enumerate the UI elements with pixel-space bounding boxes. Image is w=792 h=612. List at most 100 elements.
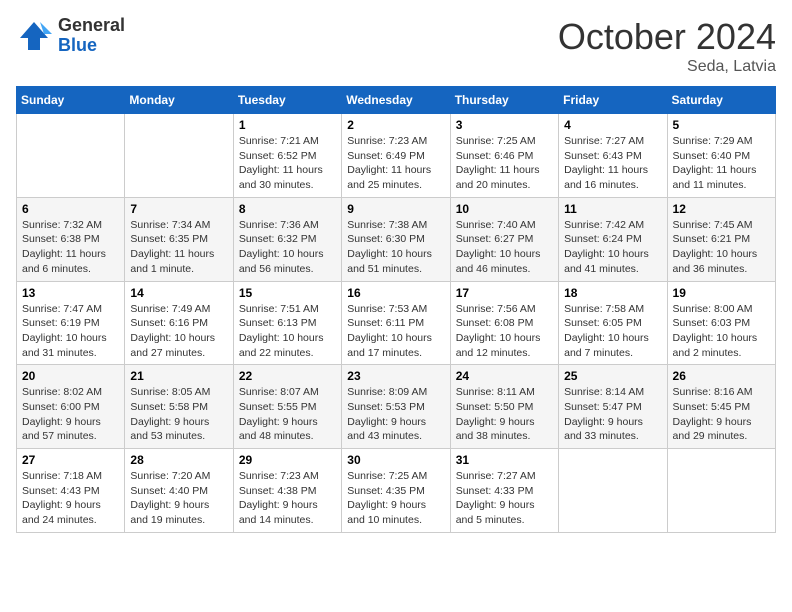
day-info: Sunrise: 8:02 AMSunset: 6:00 PMDaylight:… — [22, 385, 119, 444]
header-wednesday: Wednesday — [342, 87, 450, 114]
week-row-5: 27Sunrise: 7:18 AMSunset: 4:43 PMDayligh… — [17, 449, 776, 533]
logo-icon — [16, 18, 52, 54]
calendar-cell: 19 Sunrise: 8:00 AMSunset: 6:03 PMDayligh… — [667, 281, 775, 365]
calendar-cell: 28 Sunrise: 7:20 AMSunset: 4:40 PMDayligh… — [125, 449, 233, 533]
calendar-cell: 20 Sunrise: 8:02 AMSunset: 6:00 PMDayligh… — [17, 365, 125, 449]
calendar-cell: 1 Sunrise: 7:21 AMSunset: 6:52 PMDaylight… — [233, 114, 341, 198]
logo-blue: Blue — [58, 36, 125, 56]
calendar-cell — [667, 449, 775, 533]
day-number: 13 — [22, 286, 119, 300]
calendar-cell: 15Sunrise: 7:51 AMSunset: 6:13 PMDayligh… — [233, 281, 341, 365]
day-info: Sunrise: 7:23 AMSunset: 4:38 PMDaylight:… — [239, 469, 336, 528]
day-info: Sunrise: 7:47 AMSunset: 6:19 PMDaylight:… — [22, 302, 119, 361]
day-info: Sunrise: 7:25 AMSunset: 6:46 PMDaylight:… — [456, 134, 553, 193]
day-number: 31 — [456, 453, 553, 467]
day-info: Sunrise: 7:18 AMSunset: 4:43 PMDaylight:… — [22, 469, 119, 528]
day-number: 1 — [239, 118, 336, 132]
calendar-cell: 16Sunrise: 7:53 AMSunset: 6:11 PMDayligh… — [342, 281, 450, 365]
day-info: Sunrise: 8:16 AMSunset: 5:45 PMDaylight:… — [673, 385, 770, 444]
day-info: Sunrise: 7:53 AMSunset: 6:11 PMDaylight:… — [347, 302, 444, 361]
logo-general: General — [58, 16, 125, 36]
calendar-cell: 18Sunrise: 7:58 AMSunset: 6:05 PMDayligh… — [559, 281, 667, 365]
calendar-cell: 12 Sunrise: 7:45 AMSunset: 6:21 PMDayligh… — [667, 197, 775, 281]
day-number: 6 — [22, 202, 119, 216]
day-info: Sunrise: 7:27 AMSunset: 4:33 PMDaylight:… — [456, 469, 553, 528]
header-monday: Monday — [125, 87, 233, 114]
header-friday: Friday — [559, 87, 667, 114]
week-row-4: 20 Sunrise: 8:02 AMSunset: 6:00 PMDayligh… — [17, 365, 776, 449]
day-number: 23 — [347, 369, 444, 383]
day-number: 18 — [564, 286, 661, 300]
day-info: Sunrise: 8:00 AMSunset: 6:03 PMDaylight:… — [673, 302, 770, 361]
logo-text: General Blue — [58, 16, 125, 56]
day-info: Sunrise: 7:20 AMSunset: 4:40 PMDaylight:… — [130, 469, 227, 528]
day-number: 15 — [239, 286, 336, 300]
calendar-cell — [17, 114, 125, 198]
calendar-cell: 9Sunrise: 7:38 AMSunset: 6:30 PMDaylight… — [342, 197, 450, 281]
week-row-2: 6 Sunrise: 7:32 AMSunset: 6:38 PMDaylight… — [17, 197, 776, 281]
day-number: 24 — [456, 369, 553, 383]
calendar-cell: 11 Sunrise: 7:42 AMSunset: 6:24 PMDayligh… — [559, 197, 667, 281]
day-number: 10 — [456, 202, 553, 216]
calendar-cell: 13 Sunrise: 7:47 AMSunset: 6:19 PMDayligh… — [17, 281, 125, 365]
day-info: Sunrise: 7:36 AMSunset: 6:32 PMDaylight:… — [239, 218, 336, 277]
day-number: 19 — [673, 286, 770, 300]
day-number: 11 — [564, 202, 661, 216]
day-info: Sunrise: 8:05 AMSunset: 5:58 PMDaylight:… — [130, 385, 227, 444]
day-info: Sunrise: 7:56 AMSunset: 6:08 PMDaylight:… — [456, 302, 553, 361]
day-info: Sunrise: 7:21 AMSunset: 6:52 PMDaylight:… — [239, 134, 336, 193]
calendar-cell: 29 Sunrise: 7:23 AMSunset: 4:38 PMDayligh… — [233, 449, 341, 533]
day-number: 12 — [673, 202, 770, 216]
day-number: 14 — [130, 286, 227, 300]
calendar-cell: 26 Sunrise: 8:16 AMSunset: 5:45 PMDayligh… — [667, 365, 775, 449]
day-number: 4 — [564, 118, 661, 132]
calendar-cell: 27Sunrise: 7:18 AMSunset: 4:43 PMDayligh… — [17, 449, 125, 533]
calendar-cell: 25Sunrise: 8:14 AMSunset: 5:47 PMDayligh… — [559, 365, 667, 449]
day-info: Sunrise: 7:49 AMSunset: 6:16 PMDaylight:… — [130, 302, 227, 361]
day-info: Sunrise: 7:27 AMSunset: 6:43 PMDaylight:… — [564, 134, 661, 193]
day-number: 26 — [673, 369, 770, 383]
day-info: Sunrise: 7:40 AMSunset: 6:27 PMDaylight:… — [456, 218, 553, 277]
calendar-cell: 14 Sunrise: 7:49 AMSunset: 6:16 PMDayligh… — [125, 281, 233, 365]
day-info: Sunrise: 7:45 AMSunset: 6:21 PMDaylight:… — [673, 218, 770, 277]
month-title: October 2024 — [558, 16, 776, 58]
calendar-body: 1 Sunrise: 7:21 AMSunset: 6:52 PMDaylight… — [17, 114, 776, 533]
calendar-header: SundayMondayTuesdayWednesdayThursdayFrid… — [17, 87, 776, 114]
day-info: Sunrise: 8:09 AMSunset: 5:53 PMDaylight:… — [347, 385, 444, 444]
title-block: October 2024 Seda, Latvia — [558, 16, 776, 76]
day-number: 20 — [22, 369, 119, 383]
header-row: SundayMondayTuesdayWednesdayThursdayFrid… — [17, 87, 776, 114]
day-info: Sunrise: 7:29 AMSunset: 6:40 PMDaylight:… — [673, 134, 770, 193]
header-saturday: Saturday — [667, 87, 775, 114]
calendar-cell: 6 Sunrise: 7:32 AMSunset: 6:38 PMDaylight… — [17, 197, 125, 281]
calendar-cell: 23 Sunrise: 8:09 AMSunset: 5:53 PMDayligh… — [342, 365, 450, 449]
day-info: Sunrise: 7:23 AMSunset: 6:49 PMDaylight:… — [347, 134, 444, 193]
calendar-cell: 30Sunrise: 7:25 AMSunset: 4:35 PMDayligh… — [342, 449, 450, 533]
day-number: 8 — [239, 202, 336, 216]
day-number: 21 — [130, 369, 227, 383]
day-info: Sunrise: 7:42 AMSunset: 6:24 PMDaylight:… — [564, 218, 661, 277]
calendar-cell: 31 Sunrise: 7:27 AMSunset: 4:33 PMDayligh… — [450, 449, 558, 533]
day-number: 17 — [456, 286, 553, 300]
logo: General Blue — [16, 16, 125, 56]
calendar-cell: 24 Sunrise: 8:11 AMSunset: 5:50 PMDayligh… — [450, 365, 558, 449]
day-info: Sunrise: 7:32 AMSunset: 6:38 PMDaylight:… — [22, 218, 119, 277]
calendar-cell: 4 Sunrise: 7:27 AMSunset: 6:43 PMDaylight… — [559, 114, 667, 198]
week-row-3: 13 Sunrise: 7:47 AMSunset: 6:19 PMDayligh… — [17, 281, 776, 365]
day-number: 9 — [347, 202, 444, 216]
day-info: Sunrise: 7:34 AMSunset: 6:35 PMDaylight:… — [130, 218, 227, 277]
calendar-cell: 3Sunrise: 7:25 AMSunset: 6:46 PMDaylight… — [450, 114, 558, 198]
day-number: 28 — [130, 453, 227, 467]
day-number: 5 — [673, 118, 770, 132]
calendar-cell: 2Sunrise: 7:23 AMSunset: 6:49 PMDaylight… — [342, 114, 450, 198]
calendar-cell: 22Sunrise: 8:07 AMSunset: 5:55 PMDayligh… — [233, 365, 341, 449]
day-info: Sunrise: 7:25 AMSunset: 4:35 PMDaylight:… — [347, 469, 444, 528]
header-tuesday: Tuesday — [233, 87, 341, 114]
day-info: Sunrise: 8:11 AMSunset: 5:50 PMDaylight:… — [456, 385, 553, 444]
day-info: Sunrise: 8:14 AMSunset: 5:47 PMDaylight:… — [564, 385, 661, 444]
week-row-1: 1 Sunrise: 7:21 AMSunset: 6:52 PMDaylight… — [17, 114, 776, 198]
day-number: 29 — [239, 453, 336, 467]
calendar-cell: 7Sunrise: 7:34 AMSunset: 6:35 PMDaylight… — [125, 197, 233, 281]
header-thursday: Thursday — [450, 87, 558, 114]
calendar-cell — [559, 449, 667, 533]
